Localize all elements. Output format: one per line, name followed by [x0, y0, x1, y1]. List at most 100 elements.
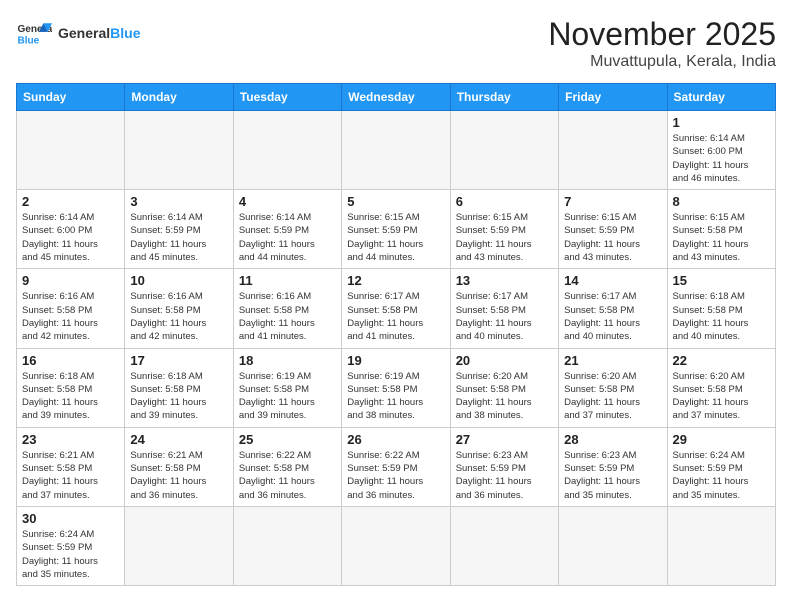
day-number: 28 [564, 432, 661, 447]
calendar-cell: 23 Sunrise: 6:21 AM Sunset: 5:58 PM Dayli… [17, 427, 125, 506]
header: General Blue GeneralBlue November 2025 M… [16, 16, 776, 71]
calendar-cell: 13 Sunrise: 6:17 AM Sunset: 5:58 PM Dayli… [450, 269, 558, 348]
day-info: Sunrise: 6:22 AM Sunset: 5:59 PM Dayligh… [347, 449, 444, 502]
calendar-cell [342, 111, 450, 190]
day-number: 27 [456, 432, 553, 447]
day-number: 5 [347, 194, 444, 209]
calendar-cell: 8Sunrise: 6:15 AM Sunset: 5:58 PM Daylig… [667, 190, 775, 269]
calendar-cell: 9 Sunrise: 6:16 AM Sunset: 5:58 PM Daylig… [17, 269, 125, 348]
day-info: Sunrise: 6:18 AM Sunset: 5:58 PM Dayligh… [130, 370, 227, 423]
calendar-cell: 5Sunrise: 6:15 AM Sunset: 5:59 PM Daylig… [342, 190, 450, 269]
calendar-cell [17, 111, 125, 190]
day-number: 2 [22, 194, 119, 209]
weekday-header-saturday: Saturday [667, 84, 775, 111]
logo-blue: Blue [110, 25, 140, 41]
calendar-cell: 10 Sunrise: 6:16 AM Sunset: 5:58 PM Dayli… [125, 269, 233, 348]
calendar-cell: 4 Sunrise: 6:14 AM Sunset: 5:59 PM Daylig… [233, 190, 341, 269]
calendar-cell [559, 111, 667, 190]
day-info: Sunrise: 6:16 AM Sunset: 5:58 PM Dayligh… [130, 290, 227, 343]
calendar-cell: 28 Sunrise: 6:23 AM Sunset: 5:59 PM Dayli… [559, 427, 667, 506]
day-info: Sunrise: 6:21 AM Sunset: 5:58 PM Dayligh… [130, 449, 227, 502]
day-number: 15 [673, 273, 770, 288]
day-info: Sunrise: 6:14 AM Sunset: 5:59 PM Dayligh… [239, 211, 336, 264]
day-number: 10 [130, 273, 227, 288]
calendar-cell: 7 Sunrise: 6:15 AM Sunset: 5:59 PM Daylig… [559, 190, 667, 269]
day-number: 13 [456, 273, 553, 288]
week-row-0: 1 Sunrise: 6:14 AM Sunset: 6:00 PM Daylig… [17, 111, 776, 190]
day-info: Sunrise: 6:16 AM Sunset: 5:58 PM Dayligh… [22, 290, 119, 343]
weekday-header-thursday: Thursday [450, 84, 558, 111]
day-number: 20 [456, 353, 553, 368]
day-info: Sunrise: 6:17 AM Sunset: 5:58 PM Dayligh… [564, 290, 661, 343]
weekday-header-sunday: Sunday [17, 84, 125, 111]
day-info: Sunrise: 6:19 AM Sunset: 5:58 PM Dayligh… [239, 370, 336, 423]
calendar-cell: 6 Sunrise: 6:15 AM Sunset: 5:59 PM Daylig… [450, 190, 558, 269]
day-info: Sunrise: 6:16 AM Sunset: 5:58 PM Dayligh… [239, 290, 336, 343]
day-number: 8 [673, 194, 770, 209]
day-info: Sunrise: 6:20 AM Sunset: 5:58 PM Dayligh… [564, 370, 661, 423]
calendar-cell: 26 Sunrise: 6:22 AM Sunset: 5:59 PM Dayli… [342, 427, 450, 506]
day-info: Sunrise: 6:23 AM Sunset: 5:59 PM Dayligh… [564, 449, 661, 502]
calendar-cell: 17Sunrise: 6:18 AM Sunset: 5:58 PM Dayli… [125, 348, 233, 427]
day-info: Sunrise: 6:24 AM Sunset: 5:59 PM Dayligh… [22, 528, 119, 581]
month-title: November 2025 [548, 16, 776, 53]
calendar-cell [125, 506, 233, 585]
calendar-cell: 27 Sunrise: 6:23 AM Sunset: 5:59 PM Dayli… [450, 427, 558, 506]
calendar-cell: 19Sunrise: 6:19 AM Sunset: 5:58 PM Dayli… [342, 348, 450, 427]
day-number: 26 [347, 432, 444, 447]
week-row-1: 2 Sunrise: 6:14 AM Sunset: 6:00 PM Daylig… [17, 190, 776, 269]
calendar-cell: 1 Sunrise: 6:14 AM Sunset: 6:00 PM Daylig… [667, 111, 775, 190]
day-number: 11 [239, 273, 336, 288]
calendar-cell: 12 Sunrise: 6:17 AM Sunset: 5:58 PM Dayli… [342, 269, 450, 348]
location: Muvattupula, Kerala, India [548, 53, 776, 71]
calendar-cell [450, 111, 558, 190]
title-area: November 2025 Muvattupula, Kerala, India [548, 16, 776, 71]
day-number: 22 [673, 353, 770, 368]
weekday-header-tuesday: Tuesday [233, 84, 341, 111]
day-number: 7 [564, 194, 661, 209]
calendar-cell: 30Sunrise: 6:24 AM Sunset: 5:59 PM Dayli… [17, 506, 125, 585]
calendar-table: SundayMondayTuesdayWednesdayThursdayFrid… [16, 83, 776, 586]
calendar-cell [450, 506, 558, 585]
day-info: Sunrise: 6:18 AM Sunset: 5:58 PM Dayligh… [673, 290, 770, 343]
week-row-3: 16 Sunrise: 6:18 AM Sunset: 5:58 PM Dayli… [17, 348, 776, 427]
day-number: 23 [22, 432, 119, 447]
calendar-cell [125, 111, 233, 190]
day-number: 4 [239, 194, 336, 209]
day-info: Sunrise: 6:21 AM Sunset: 5:58 PM Dayligh… [22, 449, 119, 502]
day-number: 19 [347, 353, 444, 368]
day-number: 18 [239, 353, 336, 368]
calendar-cell [233, 506, 341, 585]
day-number: 21 [564, 353, 661, 368]
weekday-header-friday: Friday [559, 84, 667, 111]
day-number: 14 [564, 273, 661, 288]
day-info: Sunrise: 6:17 AM Sunset: 5:58 PM Dayligh… [456, 290, 553, 343]
calendar-cell [233, 111, 341, 190]
svg-text:Blue: Blue [17, 35, 39, 46]
day-info: Sunrise: 6:24 AM Sunset: 5:59 PM Dayligh… [673, 449, 770, 502]
day-number: 1 [673, 115, 770, 130]
calendar-cell: 21 Sunrise: 6:20 AM Sunset: 5:58 PM Dayli… [559, 348, 667, 427]
day-info: Sunrise: 6:15 AM Sunset: 5:59 PM Dayligh… [456, 211, 553, 264]
day-info: Sunrise: 6:14 AM Sunset: 6:00 PM Dayligh… [22, 211, 119, 264]
day-info: Sunrise: 6:18 AM Sunset: 5:58 PM Dayligh… [22, 370, 119, 423]
logo-general: General [58, 25, 110, 41]
day-info: Sunrise: 6:23 AM Sunset: 5:59 PM Dayligh… [456, 449, 553, 502]
day-info: Sunrise: 6:22 AM Sunset: 5:58 PM Dayligh… [239, 449, 336, 502]
day-number: 16 [22, 353, 119, 368]
day-number: 25 [239, 432, 336, 447]
day-number: 29 [673, 432, 770, 447]
day-number: 9 [22, 273, 119, 288]
logo-icon: General Blue [16, 16, 52, 52]
day-info: Sunrise: 6:15 AM Sunset: 5:59 PM Dayligh… [564, 211, 661, 264]
calendar-cell: 16 Sunrise: 6:18 AM Sunset: 5:58 PM Dayli… [17, 348, 125, 427]
day-number: 6 [456, 194, 553, 209]
weekday-header-monday: Monday [125, 84, 233, 111]
day-info: Sunrise: 6:14 AM Sunset: 6:00 PM Dayligh… [673, 132, 770, 185]
day-number: 12 [347, 273, 444, 288]
calendar-cell: 25 Sunrise: 6:22 AM Sunset: 5:58 PM Dayli… [233, 427, 341, 506]
calendar-cell: 2 Sunrise: 6:14 AM Sunset: 6:00 PM Daylig… [17, 190, 125, 269]
calendar-cell [559, 506, 667, 585]
day-info: Sunrise: 6:17 AM Sunset: 5:58 PM Dayligh… [347, 290, 444, 343]
day-number: 3 [130, 194, 227, 209]
